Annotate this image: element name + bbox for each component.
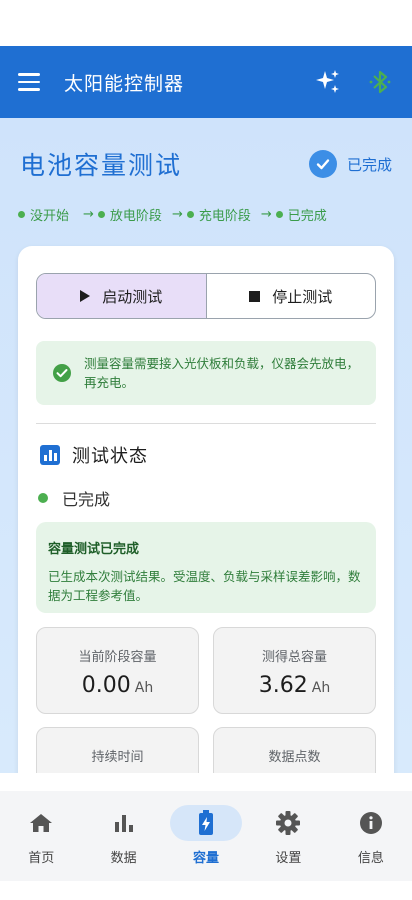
metric-data-points: 数据点数 xyxy=(213,727,376,773)
metric-unit: Ah xyxy=(134,680,154,696)
nav-label: 数据 xyxy=(110,851,137,866)
nav-label: 信息 xyxy=(357,851,384,866)
status-badge-label: 已完成 xyxy=(346,155,392,174)
step-discharge: 放电阶段 xyxy=(97,205,162,224)
nav-item-info[interactable]: 信息 xyxy=(330,791,412,881)
notice-box: 测量容量需要接入光伏板和负载，仪器会先放电，再充电。 xyxy=(36,341,376,405)
step-dot xyxy=(97,211,105,218)
step-arrow: → xyxy=(171,207,183,222)
result-text: 已生成本次测试结果。受温度、负载与采样误差影响，数据为工程参考值。 xyxy=(48,569,361,603)
step-dot xyxy=(186,211,194,218)
page-header: 电池容量测试 已完成 xyxy=(20,146,392,182)
system-gesture-area xyxy=(0,881,412,900)
metric-number: 3.62 xyxy=(258,673,308,698)
step-not-started: 没开始 xyxy=(18,205,69,224)
sparkle-icon[interactable] xyxy=(314,68,342,96)
metric-value: 3.62 Ah xyxy=(214,673,375,698)
nav-label: 容量 xyxy=(193,851,220,866)
metric-number: 0.00 xyxy=(81,673,131,698)
status-text: 已完成 xyxy=(62,490,111,509)
home-icon xyxy=(12,805,70,841)
metric-label: 数据点数 xyxy=(268,750,321,765)
info-icon xyxy=(342,805,400,841)
step-arrow: → xyxy=(260,207,272,222)
divider xyxy=(36,423,376,424)
metric-label: 持续时间 xyxy=(91,750,144,765)
step-dot xyxy=(18,211,25,218)
status-badge: 已完成 xyxy=(308,150,392,178)
status-bar-area xyxy=(0,0,412,46)
step-dot xyxy=(275,211,283,218)
play-icon xyxy=(80,290,91,302)
step-label: 已完成 xyxy=(287,209,327,224)
start-test-label: 启动测试 xyxy=(102,287,163,306)
nav-label: 设置 xyxy=(275,851,302,866)
gear-icon xyxy=(259,805,317,841)
test-status: 已完成 xyxy=(38,486,110,510)
metric-label: 测得总容量 xyxy=(261,650,327,665)
test-card: 启动测试 停止测试 测量容量需要接入光伏板和负载，仪器会先放电，再充电。 测试状… xyxy=(18,246,394,773)
battery-charging-icon xyxy=(170,805,243,841)
menu-icon[interactable] xyxy=(18,68,46,96)
bottom-navigation: 首页 数据 容量 设置 信息 xyxy=(0,791,412,881)
metric-label: 当前阶段容量 xyxy=(78,650,157,665)
notice-text: 测量容量需要接入光伏板和负载，仪器会先放电，再充电。 xyxy=(84,356,360,390)
check-circle-icon xyxy=(53,364,71,382)
metric-current-stage-capacity: 当前阶段容量 0.00 Ah xyxy=(36,627,199,714)
page-title: 电池容量测试 xyxy=(20,151,183,180)
metric-total-capacity: 测得总容量 3.62 Ah xyxy=(213,627,376,714)
stop-test-label: 停止测试 xyxy=(272,287,333,306)
bar-chart-icon xyxy=(95,805,153,841)
stop-icon xyxy=(249,290,261,302)
step-label: 没开始 xyxy=(30,209,70,224)
progress-steps: 没开始 → 放电阶段 → 充电阶段 → 已完成 xyxy=(18,205,327,224)
check-circle-icon xyxy=(308,150,337,178)
result-box: 容量测试已完成 已生成本次测试结果。受温度、负载与采样误差影响，数据为工程参考值… xyxy=(36,522,376,613)
nav-item-settings[interactable]: 设置 xyxy=(247,791,329,881)
metric-value: 0.00 Ah xyxy=(37,673,198,698)
result-title: 容量测试已完成 xyxy=(48,542,140,557)
section-title: 测试状态 xyxy=(72,446,148,467)
start-test-button[interactable]: 启动测试 xyxy=(37,274,207,318)
app-title: 太阳能控制器 xyxy=(64,72,185,95)
metric-duration: 持续时间 xyxy=(36,727,199,773)
nav-item-data[interactable]: 数据 xyxy=(82,791,164,881)
step-arrow: → xyxy=(83,207,94,222)
nav-item-home[interactable]: 首页 xyxy=(0,791,82,881)
app-bar: 太阳能控制器 xyxy=(0,46,412,118)
content-area: 电池容量测试 已完成 没开始 → 放电阶段 → 充电阶段 → 已完成 启动测试 … xyxy=(0,118,412,773)
step-charge: 充电阶段 xyxy=(186,205,251,224)
status-dot xyxy=(38,493,48,503)
section-header: 测试状态 xyxy=(40,442,148,468)
metric-unit: Ah xyxy=(311,680,331,696)
nav-label: 首页 xyxy=(28,851,55,866)
stop-test-button[interactable]: 停止测试 xyxy=(207,274,376,318)
step-label: 充电阶段 xyxy=(198,209,251,224)
step-complete: 已完成 xyxy=(275,205,327,224)
step-label: 放电阶段 xyxy=(109,209,162,224)
test-control-segment: 启动测试 停止测试 xyxy=(36,273,376,319)
nav-item-capacity[interactable]: 容量 xyxy=(165,791,247,881)
bluetooth-icon[interactable] xyxy=(366,68,394,96)
bar-chart-icon xyxy=(40,445,60,465)
